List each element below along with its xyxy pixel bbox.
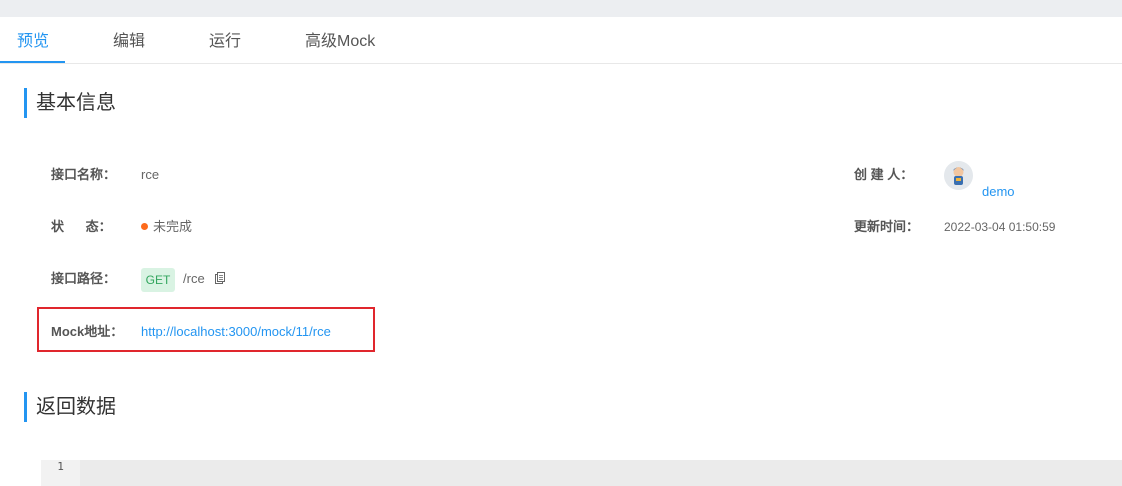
method-badge: GET xyxy=(141,268,175,292)
status-dot-icon xyxy=(141,223,148,230)
interface-name-label: 接口名称： xyxy=(51,167,117,182)
mock-address-link[interactable]: http://localhost:3000/mock/11/rce xyxy=(141,323,331,341)
status-value: 未完成 xyxy=(153,219,193,234)
line-number: 1 xyxy=(41,460,80,486)
creator-label: 创 建 人： xyxy=(854,167,914,182)
response-data-title: 返回数据 xyxy=(24,392,116,422)
active-tab-indicator xyxy=(0,61,65,63)
interface-path-label: 接口路径： xyxy=(51,271,117,286)
tab-advanced-mock[interactable]: 高级Mock xyxy=(305,31,375,53)
tab-edit[interactable]: 编辑 xyxy=(113,31,145,53)
status-label: 状 态： xyxy=(51,219,112,234)
interface-path-value: /rce xyxy=(183,271,205,286)
mock-address-label: Mock地址： xyxy=(51,324,124,339)
avatar-icon xyxy=(944,161,973,190)
basic-info-title: 基本信息 xyxy=(24,88,116,118)
creator-link[interactable]: demo xyxy=(982,183,1015,201)
interface-panel: 预览 编辑 运行 高级Mock 基本信息 接口名称： rce 状 态： 未完成 … xyxy=(0,17,1122,486)
response-editor[interactable]: 1 xyxy=(41,460,1122,486)
tab-bar: 预览 编辑 运行 高级Mock xyxy=(0,17,1122,64)
updated-time-label: 更新时间： xyxy=(854,219,920,234)
tab-preview[interactable]: 预览 xyxy=(17,31,49,53)
avatar[interactable] xyxy=(944,161,973,190)
interface-name-value: rce xyxy=(141,167,160,182)
copy-icon[interactable] xyxy=(215,272,225,284)
tab-run[interactable]: 运行 xyxy=(209,31,241,53)
status-value-wrap: 未完成 xyxy=(141,218,192,236)
updated-time-value: 2022-03-04 01:50:59 xyxy=(944,220,1056,234)
